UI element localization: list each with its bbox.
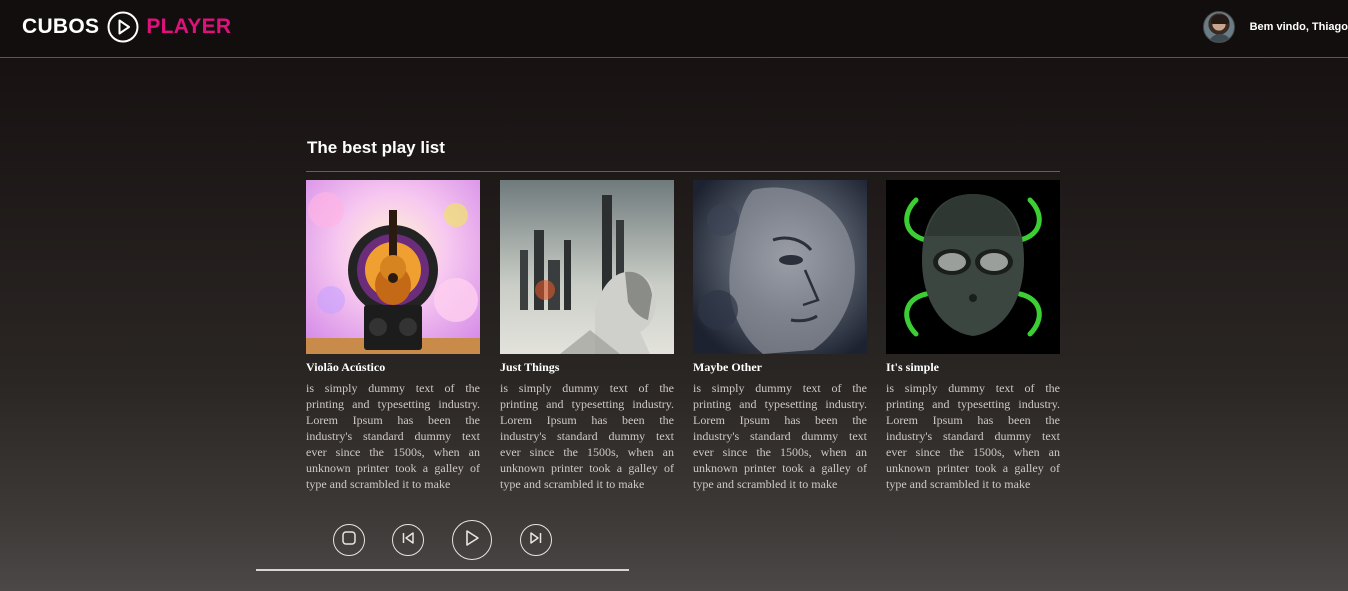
playlist-title[interactable]: Maybe Other [693, 360, 867, 374]
logo-text-cubos: CUBOS [22, 15, 100, 38]
logo-text-player: PLAYER [146, 15, 232, 38]
city-woman-cover[interactable] [500, 180, 674, 354]
play-button[interactable] [452, 520, 492, 560]
playlist-description: is simply dummy text of the printing and… [693, 381, 867, 491]
play-icon [463, 529, 481, 552]
playlist-card[interactable]: It's simple is simply dummy text of the … [886, 180, 1060, 492]
previous-icon [401, 531, 415, 550]
mask-cover[interactable] [886, 180, 1060, 354]
playlist-title[interactable]: Violão Acústico [306, 360, 480, 374]
previous-button[interactable] [392, 524, 424, 556]
welcome-text: Bem vindo, Thiago [1249, 21, 1348, 33]
user-menu[interactable]: Bem vindo, Thiago [1202, 11, 1348, 43]
acoustic-guitar-cover[interactable] [306, 180, 480, 354]
playlist-description: is simply dummy text of the printing and… [886, 381, 1060, 491]
next-button[interactable] [520, 524, 552, 556]
playlist-description: is simply dummy text of the printing and… [500, 381, 674, 491]
playlist-card[interactable]: Maybe Other is simply dummy text of the … [693, 180, 867, 492]
playlist-description: is simply dummy text of the printing and… [306, 381, 480, 491]
playlist-card[interactable]: Violão Acústico is simply dummy text of … [306, 180, 480, 492]
player-bar [0, 508, 1348, 591]
section-divider [306, 171, 1060, 172]
logo[interactable]: CUBOS PLAYER [22, 11, 231, 43]
avatar[interactable] [1202, 11, 1235, 43]
stop-icon [342, 530, 356, 550]
playlist-title[interactable]: Just Things [500, 360, 674, 374]
next-icon [529, 531, 543, 550]
playlist-card[interactable]: Just Things is simply dummy text of the … [500, 180, 674, 492]
section-title: The best play list [307, 138, 445, 157]
play-circle-icon [107, 11, 139, 43]
progress-bar[interactable] [256, 569, 629, 571]
top-bar: CUBOS PLAYER Bem vindo, Thiago [0, 0, 1348, 58]
app: CUBOS PLAYER Bem vindo, Thiago The best … [0, 0, 1348, 591]
playlist-title[interactable]: It's simple [886, 360, 1060, 374]
textured-face-cover[interactable] [693, 180, 867, 354]
stop-button[interactable] [333, 524, 365, 556]
